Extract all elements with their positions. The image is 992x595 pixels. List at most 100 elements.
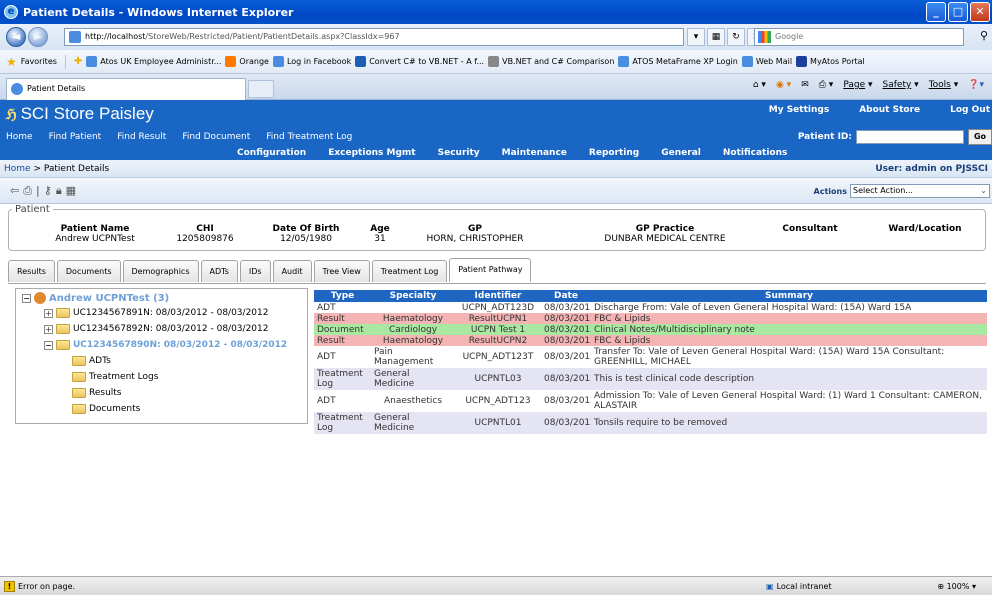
home-icon[interactable]: ⌂ ▾ — [753, 80, 766, 90]
favorite-link[interactable]: Log in Facebook — [272, 56, 351, 67]
table-row[interactable]: ADT Anaesthetics UCPN_ADT123 08/03/2012 … — [314, 390, 987, 412]
log-out-link[interactable]: Log Out — [950, 105, 990, 115]
nav-find-document[interactable]: Find Document — [182, 132, 250, 142]
feeds-icon[interactable]: ◉ ▾ — [776, 80, 791, 90]
nav-reporting[interactable]: Reporting — [589, 148, 639, 158]
nav-general[interactable]: General — [661, 148, 701, 158]
tab-audit[interactable]: Audit — [272, 260, 312, 282]
dropdown-icon[interactable]: ▾ — [687, 28, 705, 46]
favorite-link[interactable]: MyAtos Portal — [796, 56, 865, 67]
favorite-link[interactable]: Web Mail — [741, 56, 792, 67]
expand-icon[interactable]: + — [44, 324, 53, 334]
page-menu[interactable]: Page ▾ — [843, 80, 872, 90]
close-button[interactable]: ✕ — [970, 2, 990, 22]
favorites-button[interactable]: Favorites — [21, 57, 57, 66]
tab-ids[interactable]: IDs — [239, 260, 271, 282]
tree-node-selected[interactable]: − UC1234567890N: 08/03/2012 - 08/03/2012 — [44, 340, 287, 350]
tab-documents[interactable]: Documents — [56, 260, 121, 282]
nav-security[interactable]: Security — [438, 148, 480, 158]
nav-find-treatment-log[interactable]: Find Treatment Log — [266, 132, 352, 142]
col-identifier[interactable]: Identifier — [455, 290, 541, 302]
table-row[interactable]: Document Cardiology UCPN Test 1 08/03/20… — [314, 324, 987, 335]
nav-find-patient[interactable]: Find Patient — [49, 132, 102, 142]
expand-icon[interactable]: + — [44, 308, 53, 318]
tab-results[interactable]: Results — [8, 260, 55, 282]
tab-adts[interactable]: ADTs — [200, 260, 238, 282]
search-icon[interactable]: ⚲ — [980, 29, 988, 42]
back-arrow-icon[interactable]: ⇦ — [10, 184, 19, 198]
col-type[interactable]: Type — [314, 290, 371, 302]
my-settings-link[interactable]: My Settings — [769, 105, 829, 115]
gp-col: GP HORN, CHRISTOPHER — [410, 224, 540, 244]
error-indicator[interactable]: ! Error on page. — [4, 580, 75, 592]
practice-col: GP Practice DUNBAR MEDICAL CENTRE — [590, 224, 740, 244]
nav-configuration[interactable]: Configuration — [237, 148, 306, 158]
user-info: User: admin on PJSSCI — [875, 163, 988, 174]
mail-icon[interactable]: ✉ — [801, 80, 809, 90]
dob-header: Date Of Birth — [272, 224, 340, 234]
back-button[interactable]: ◄ — [6, 27, 26, 47]
nav-notifications[interactable]: Notifications — [723, 148, 788, 158]
refresh-icon[interactable]: ↻ — [727, 28, 745, 46]
tree-node[interactable]: + UC1234567891N: 08/03/2012 - 08/03/2012 — [44, 308, 268, 318]
cell-type: Result — [314, 335, 371, 346]
breadcrumb-home[interactable]: Home — [4, 164, 31, 174]
nav-find-result[interactable]: Find Result — [117, 132, 166, 142]
new-tab-button[interactable] — [248, 80, 274, 98]
table-row[interactable]: Treatment Log General Medicine UCPNTL03 … — [314, 368, 987, 390]
key-icon[interactable]: ⚷ — [44, 184, 52, 198]
grid-icon[interactable]: ▦ — [66, 184, 76, 198]
tab-patient-pathway[interactable]: Patient Pathway — [449, 258, 532, 282]
compat-view-icon[interactable]: ▦ — [707, 28, 725, 46]
about-store-link[interactable]: About Store — [859, 105, 920, 115]
tree-leaf-results[interactable]: Results — [72, 388, 122, 398]
collapse-icon[interactable]: − — [44, 340, 53, 350]
favorites-star-icon[interactable]: ★ — [6, 55, 17, 69]
table-row[interactable]: Result Haematology ResultUCPN2 08/03/201… — [314, 335, 987, 346]
col-date[interactable]: Date — [541, 290, 591, 302]
safety-menu[interactable]: Safety ▾ — [883, 80, 919, 90]
go-button[interactable]: Go — [968, 129, 992, 145]
nav-maintenance[interactable]: Maintenance — [502, 148, 567, 158]
tab-treatment-log[interactable]: Treatment Log — [371, 260, 448, 282]
zoom-control[interactable]: ⊕ 100% ▾ — [937, 582, 976, 591]
tools-menu[interactable]: Tools ▾ — [929, 80, 959, 90]
actions-select[interactable]: Select Action... ⌄ — [850, 184, 990, 198]
favorite-link[interactable]: Atos UK Employee Administr... — [86, 56, 221, 67]
add-favorite-icon[interactable]: ✚ — [74, 56, 82, 67]
search-input[interactable]: Google — [754, 28, 964, 46]
table-row[interactable]: ADT Pain Management UCPN_ADT123T 08/03/2… — [314, 346, 987, 368]
print-icon[interactable]: ⎙ — [23, 184, 32, 198]
table-row[interactable]: ADT UCPN_ADT123D 08/03/2012 Discharge Fr… — [314, 302, 987, 313]
minimize-button[interactable]: _ — [926, 2, 946, 22]
tree-leaf-documents[interactable]: Documents — [72, 404, 140, 414]
security-zone[interactable]: ▣ Local intranet — [766, 582, 832, 591]
print-icon[interactable]: ⎙ ▾ — [819, 80, 834, 90]
nav-home[interactable]: Home — [6, 132, 33, 142]
tab-demographics[interactable]: Demographics — [122, 260, 199, 282]
address-bar[interactable]: http://localhost/StoreWeb/Restricted/Pat… — [64, 28, 684, 46]
tree-leaf-adts[interactable]: ADTs — [72, 356, 111, 366]
forward-button[interactable]: ► — [28, 27, 48, 47]
tree-root-label: Andrew UCPNTest (3) — [49, 292, 170, 304]
nav-exceptions-mgmt[interactable]: Exceptions Mgmt — [328, 148, 415, 158]
table-row[interactable]: Result Haematology ResultUCPN1 08/03/201… — [314, 313, 987, 324]
tree-root[interactable]: − Andrew UCPNTest (3) — [22, 292, 169, 304]
tree-node[interactable]: + UC1234567892N: 08/03/2012 - 08/03/2012 — [44, 324, 268, 334]
col-specialty[interactable]: Specialty — [371, 290, 455, 302]
table-row[interactable]: Treatment Log General Medicine UCPNTL01 … — [314, 412, 987, 434]
favorite-link[interactable]: Convert C# to VB.NET - A f... — [355, 56, 484, 67]
col-summary[interactable]: Summary — [591, 290, 987, 302]
cell-specialty: Haematology — [371, 313, 455, 324]
favorite-link[interactable]: VB.NET and C# Comparison — [488, 56, 614, 67]
tab-tree-view[interactable]: Tree View — [313, 260, 370, 282]
help-icon[interactable]: ❓▾ — [968, 80, 984, 90]
patient-id-input[interactable] — [856, 130, 964, 144]
favorite-link[interactable]: Orange — [225, 56, 269, 67]
browser-tab[interactable]: Patient Details — [6, 78, 246, 100]
lock-icon[interactable]: 🔒︎ — [56, 184, 62, 198]
collapse-icon[interactable]: − — [22, 293, 31, 303]
tree-leaf-treatment-logs[interactable]: Treatment Logs — [72, 372, 158, 382]
maximize-button[interactable]: □ — [948, 2, 968, 22]
favorite-link[interactable]: ATOS MetaFrame XP Login — [618, 56, 738, 67]
